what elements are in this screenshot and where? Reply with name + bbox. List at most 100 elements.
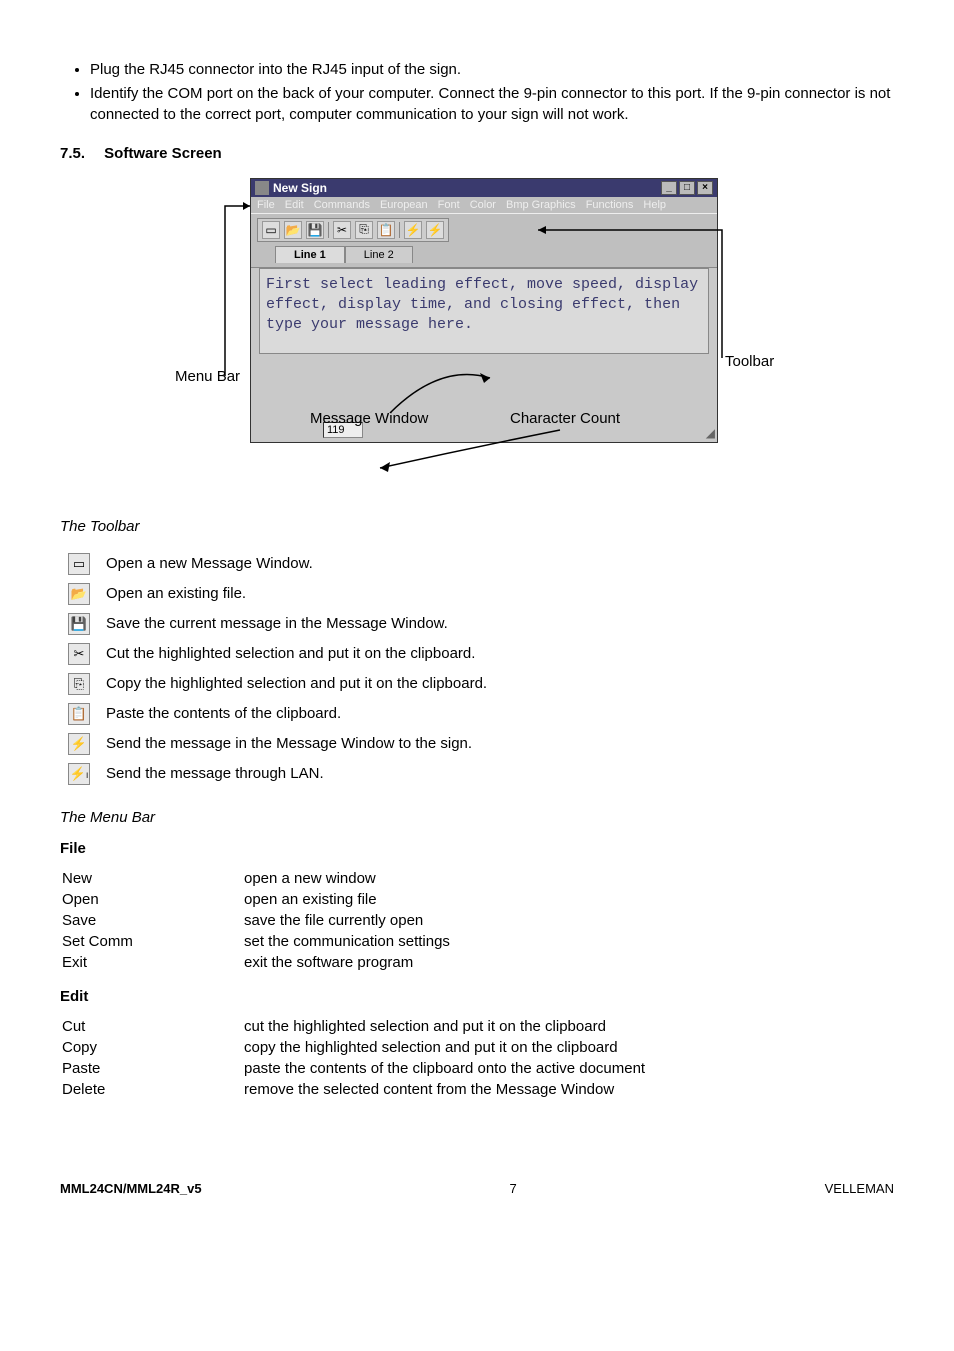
command-name: Delete bbox=[62, 1080, 242, 1099]
toolbar-desc: Copy the highlighted selection and put i… bbox=[98, 669, 495, 699]
command-desc: exit the software program bbox=[244, 953, 450, 972]
toolbar-desc: Send the message through LAN. bbox=[98, 759, 495, 789]
close-button[interactable]: × bbox=[697, 181, 713, 195]
section-number: 7.5. bbox=[60, 145, 100, 162]
toolbar-desc: Open an existing file. bbox=[98, 579, 495, 609]
command-name: Save bbox=[62, 911, 242, 930]
command-desc: copy the highlighted selection and put i… bbox=[244, 1038, 645, 1057]
menu-edit[interactable]: Edit bbox=[285, 199, 304, 211]
new-icon[interactable]: ▭ bbox=[262, 221, 280, 239]
arrow-to-menubar bbox=[215, 186, 260, 386]
cut-icon[interactable]: ✂ bbox=[333, 221, 351, 239]
toolbar-desc: Send the message in the Message Window t… bbox=[98, 729, 495, 759]
table-row: Openopen an existing file bbox=[62, 890, 450, 909]
toolbar-row: ⎘Copy the highlighted selection and put … bbox=[60, 669, 495, 699]
menu-bmp[interactable]: Bmp Graphics bbox=[506, 199, 576, 211]
file-commands: Newopen a new windowOpenopen an existing… bbox=[60, 867, 452, 974]
menu-commands[interactable]: Commands bbox=[314, 199, 370, 211]
command-desc: open an existing file bbox=[244, 890, 450, 909]
intro-bullets: Plug the RJ45 connector into the RJ45 in… bbox=[90, 60, 894, 125]
table-row: Exitexit the software program bbox=[62, 953, 450, 972]
tab-line1[interactable]: Line 1 bbox=[275, 246, 345, 263]
menu-european[interactable]: European bbox=[380, 199, 428, 211]
table-row: Savesave the file currently open bbox=[62, 911, 450, 930]
section-title: Software Screen bbox=[104, 145, 222, 162]
arrow-to-msgwin bbox=[380, 353, 500, 413]
toolbar-row: ✂Cut the highlighted selection and put i… bbox=[60, 639, 495, 669]
table-row: Cutcut the highlighted selection and put… bbox=[62, 1017, 645, 1036]
command-name: Paste bbox=[62, 1059, 242, 1078]
table-row: Set Commset the communication settings bbox=[62, 932, 450, 951]
command-name: New bbox=[62, 869, 242, 888]
toolbar-row: ⚡ₗSend the message through LAN. bbox=[60, 759, 495, 789]
window-title: New Sign bbox=[273, 181, 327, 195]
command-desc: save the file currently open bbox=[244, 911, 450, 930]
minimize-button[interactable]: _ bbox=[661, 181, 677, 195]
menubar-heading: The Menu Bar bbox=[60, 809, 894, 826]
file-heading: File bbox=[60, 840, 894, 857]
paste-icon[interactable]: 📋 bbox=[377, 221, 395, 239]
command-name: Cut bbox=[62, 1017, 242, 1036]
separator bbox=[399, 222, 400, 238]
table-row: Deleteremove the selected content from t… bbox=[62, 1080, 645, 1099]
toolbar-row: 📋Paste the contents of the clipboard. bbox=[60, 699, 495, 729]
new-icon: ▭ bbox=[60, 549, 98, 579]
footer-right: VELLEMAN bbox=[825, 1181, 894, 1196]
menu-help[interactable]: Help bbox=[643, 199, 666, 211]
separator bbox=[328, 222, 329, 238]
toolbar-desc: Cut the highlighted selection and put it… bbox=[98, 639, 495, 669]
edit-heading: Edit bbox=[60, 988, 894, 1005]
toolbar-desc: Open a new Message Window. bbox=[98, 549, 495, 579]
arrow-to-toolbar bbox=[530, 218, 730, 368]
toolbar-desc: Paste the contents of the clipboard. bbox=[98, 699, 495, 729]
toolbar-row: ⚡Send the message in the Message Window … bbox=[60, 729, 495, 759]
command-name: Set Comm bbox=[62, 932, 242, 951]
edit-commands: Cutcut the highlighted selection and put… bbox=[60, 1015, 647, 1101]
toolbar-row: 📂Open an existing file. bbox=[60, 579, 495, 609]
section-heading: 7.5. Software Screen bbox=[60, 145, 894, 162]
cut-icon: ✂ bbox=[60, 639, 98, 669]
paste-icon: 📋 bbox=[60, 699, 98, 729]
toolbar-row: 💾Save the current message in the Message… bbox=[60, 609, 495, 639]
command-desc: paste the contents of the clipboard onto… bbox=[244, 1059, 645, 1078]
resize-grip[interactable]: ◢ bbox=[706, 426, 715, 440]
toolbar-heading: The Toolbar bbox=[60, 518, 894, 535]
maximize-button[interactable]: □ bbox=[679, 181, 695, 195]
tab-line2[interactable]: Line 2 bbox=[345, 246, 413, 263]
command-name: Exit bbox=[62, 953, 242, 972]
command-desc: remove the selected content from the Mes… bbox=[244, 1080, 645, 1099]
send-icon: ⚡ bbox=[60, 729, 98, 759]
table-row: Pastepaste the contents of the clipboard… bbox=[62, 1059, 645, 1078]
open-icon: 📂 bbox=[60, 579, 98, 609]
command-desc: set the communication settings bbox=[244, 932, 450, 951]
menu-bar: File Edit Commands European Font Color B… bbox=[251, 197, 717, 213]
menu-font[interactable]: Font bbox=[438, 199, 460, 211]
screenshot-figure: New Sign _ □ × File Edit Commands Europe… bbox=[60, 178, 894, 488]
list-item: Plug the RJ45 connector into the RJ45 in… bbox=[90, 60, 894, 80]
send-lan-icon: ⚡ₗ bbox=[60, 759, 98, 789]
toolbar-desc: Save the current message in the Message … bbox=[98, 609, 495, 639]
copy-icon: ⎘ bbox=[60, 669, 98, 699]
table-row: Newopen a new window bbox=[62, 869, 450, 888]
command-desc: cut the highlighted selection and put it… bbox=[244, 1017, 645, 1036]
command-name: Open bbox=[62, 890, 242, 909]
menu-functions[interactable]: Functions bbox=[586, 199, 634, 211]
table-row: Copycopy the highlighted selection and p… bbox=[62, 1038, 645, 1057]
arrow-to-charcount bbox=[370, 428, 570, 478]
menu-color[interactable]: Color bbox=[470, 199, 496, 211]
callout-character-count: Character Count bbox=[510, 410, 620, 427]
command-name: Copy bbox=[62, 1038, 242, 1057]
send-lan-icon[interactable]: ⚡ bbox=[426, 221, 444, 239]
footer-left: MML24CN/MML24R_v5 bbox=[60, 1181, 202, 1196]
open-icon[interactable]: 📂 bbox=[284, 221, 302, 239]
titlebar: New Sign _ □ × bbox=[251, 179, 717, 197]
save-icon[interactable]: 💾 bbox=[306, 221, 324, 239]
toolbar-row: ▭Open a new Message Window. bbox=[60, 549, 495, 579]
page-footer: MML24CN/MML24R_v5 7 VELLEMAN bbox=[60, 1181, 894, 1196]
send-icon[interactable]: ⚡ bbox=[404, 221, 422, 239]
copy-icon[interactable]: ⎘ bbox=[355, 221, 373, 239]
footer-center: 7 bbox=[509, 1181, 516, 1196]
command-desc: open a new window bbox=[244, 869, 450, 888]
toolbar-definitions: ▭Open a new Message Window.📂Open an exis… bbox=[60, 549, 495, 789]
save-icon: 💾 bbox=[60, 609, 98, 639]
